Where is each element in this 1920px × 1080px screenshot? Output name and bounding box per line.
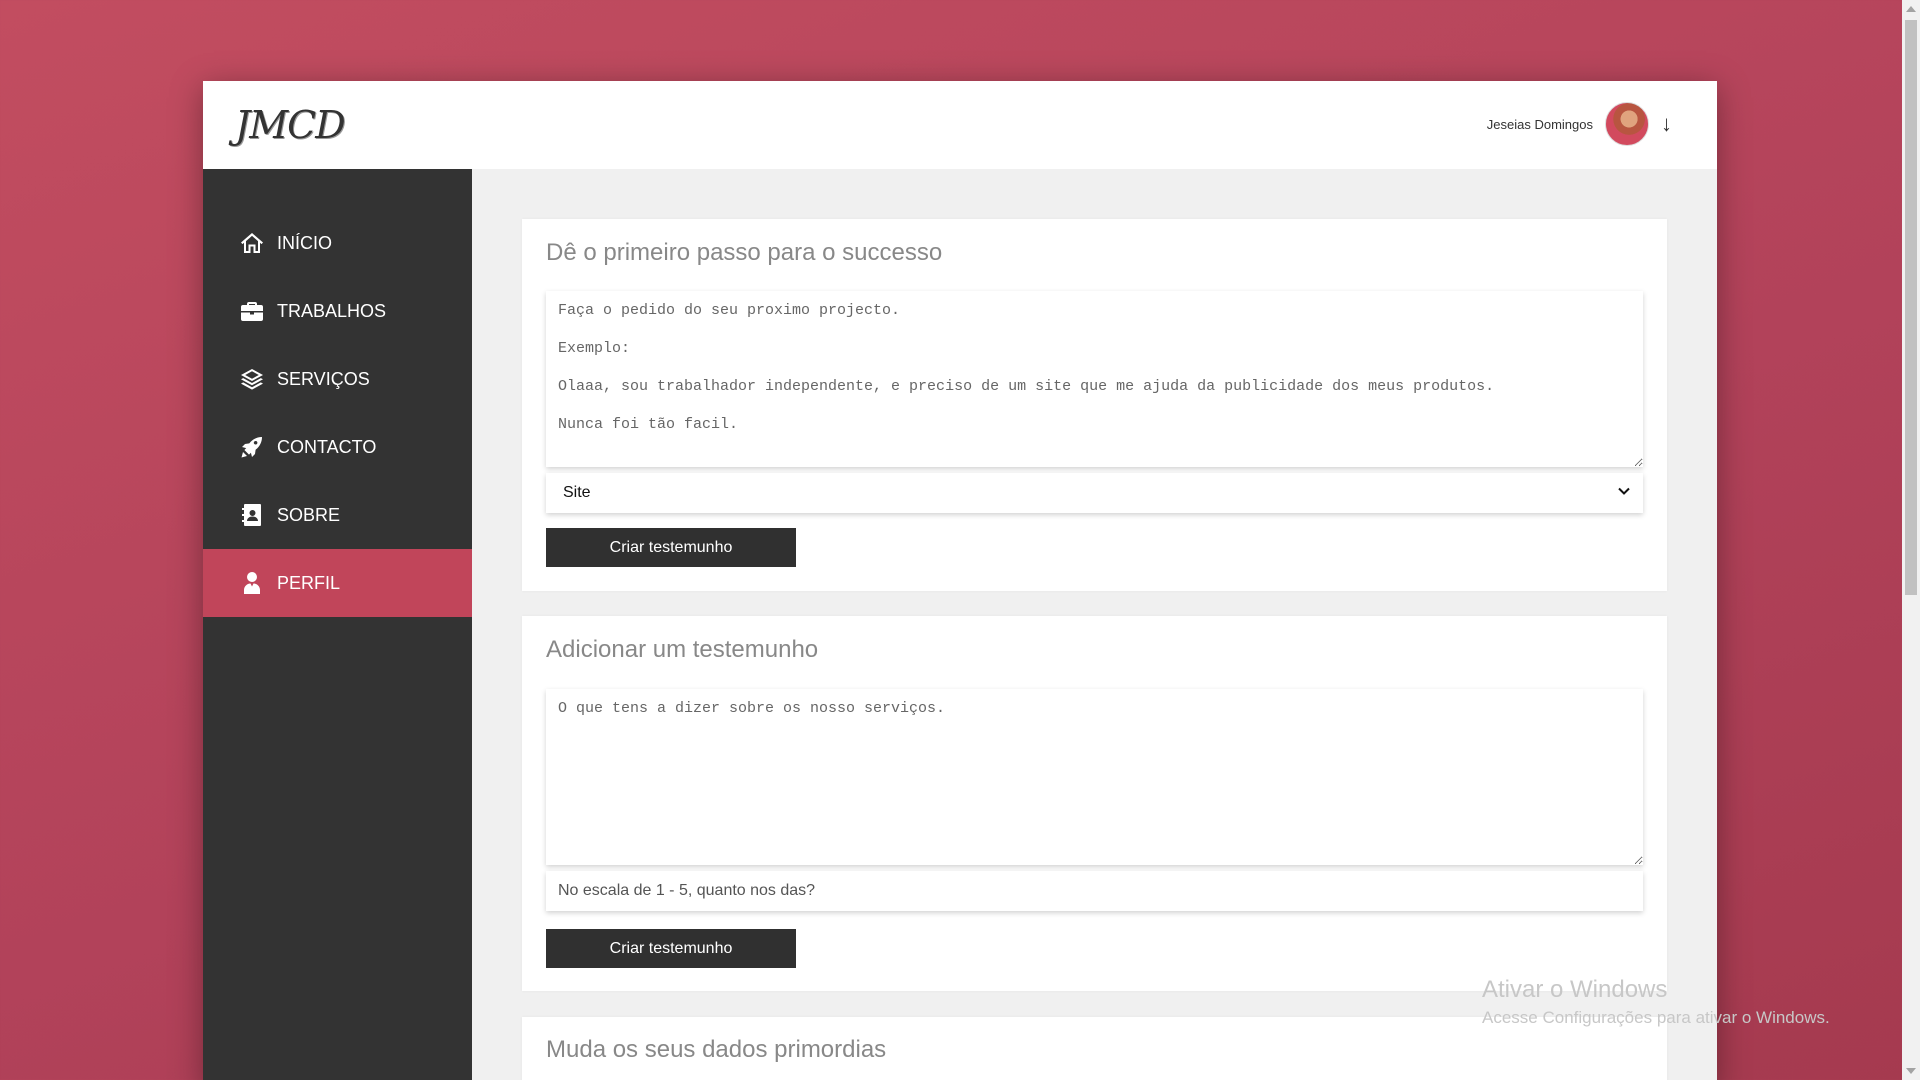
profile-card-title: Muda os seus dados primordias: [546, 1036, 887, 1063]
arrow-down-icon[interactable]: ↓: [1661, 113, 1672, 135]
sidebar-item-inicio[interactable]: INÍCIO: [203, 209, 472, 277]
testimonial-card: Adicionar um testemunho Criar testemunho: [522, 616, 1667, 991]
sidebar-nav: INÍCIO TRABALHOS SERVIÇOS CONTACTO SOBRE…: [203, 209, 472, 617]
user-icon: [239, 570, 265, 596]
main-content: Dê o primeiro passo para o successo Site…: [472, 169, 1717, 1080]
scroll-down-icon[interactable]: [1906, 1068, 1916, 1074]
logo[interactable]: JMCD: [235, 103, 346, 147]
rating-input[interactable]: [546, 871, 1643, 911]
sidebar-item-label: SOBRE: [277, 504, 341, 525]
user-menu[interactable]: Jeseias Domingos ↓: [1487, 101, 1672, 147]
home-icon: [239, 230, 265, 256]
select-value: Site: [563, 484, 591, 501]
testimonial-textarea[interactable]: [546, 689, 1643, 865]
request-card: Dê o primeiro passo para o successo Site…: [522, 219, 1667, 591]
sidebar-item-label: INÍCIO: [277, 232, 333, 253]
windows-activation-watermark: Ativar o Windows Acesse Configurações pa…: [1482, 976, 1830, 1028]
watermark-title: Ativar o Windows: [1482, 976, 1668, 1003]
create-request-button[interactable]: Criar testemunho: [546, 528, 796, 567]
testimonial-card-title: Adicionar um testemunho: [546, 636, 819, 663]
scroll-up-icon[interactable]: [1906, 6, 1916, 12]
sidebar-item-servicos[interactable]: SERVIÇOS: [203, 345, 472, 413]
sidebar-item-perfil[interactable]: PERFIL: [203, 549, 472, 617]
address-book-icon: [239, 502, 265, 528]
user-name: Jeseias Domingos: [1486, 116, 1593, 132]
project-request-textarea[interactable]: [546, 291, 1643, 467]
project-type-select[interactable]: Site: [546, 473, 1643, 513]
create-testimonial-button[interactable]: Criar testemunho: [546, 929, 796, 968]
request-card-title: Dê o primeiro passo para o successo: [546, 239, 943, 266]
app-window: JMCD Jeseias Domingos ↓ INÍCIO TRABALHOS: [203, 81, 1717, 1080]
sidebar-item-contacto[interactable]: CONTACTO: [203, 413, 472, 481]
scrollbar[interactable]: [1902, 0, 1920, 1080]
sidebar-item-trabalhos[interactable]: TRABALHOS: [203, 277, 472, 345]
briefcase-icon: [239, 298, 265, 324]
avatar[interactable]: [1605, 102, 1649, 146]
sidebar-item-label: TRABALHOS: [277, 300, 387, 321]
sidebar-item-sobre[interactable]: SOBRE: [203, 481, 472, 549]
rocket-icon: [239, 434, 265, 460]
layers-icon: [239, 366, 265, 392]
sidebar-item-label: CONTACTO: [277, 436, 377, 457]
chevron-down-icon: [1617, 484, 1631, 503]
watermark-subtitle: Acesse Configurações para ativar o Windo…: [1482, 1008, 1830, 1027]
sidebar-item-label: PERFIL: [277, 572, 341, 593]
scroll-thumb[interactable]: [1905, 20, 1917, 595]
top-bar: JMCD Jeseias Domingos ↓: [203, 81, 1717, 169]
sidebar-item-label: SERVIÇOS: [277, 368, 370, 389]
sidebar: INÍCIO TRABALHOS SERVIÇOS CONTACTO SOBRE…: [203, 169, 472, 1080]
